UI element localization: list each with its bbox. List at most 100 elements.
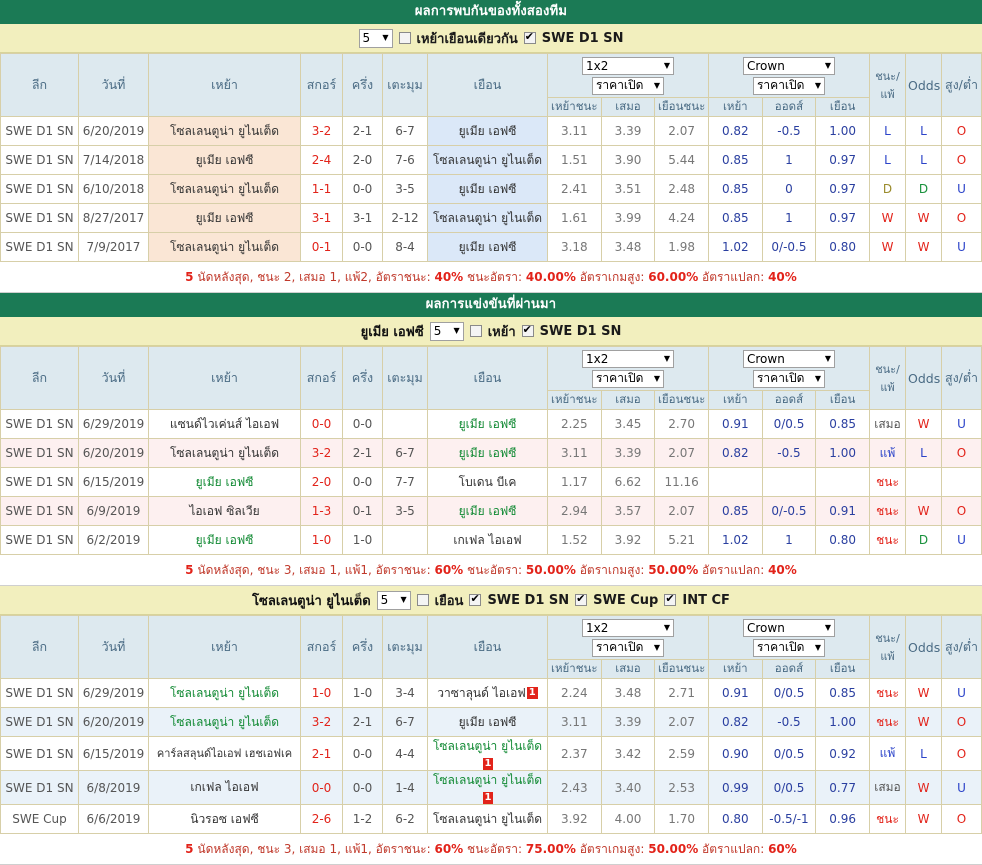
cell-away-team[interactable]: ยูเมีย เอฟซี <box>427 438 548 468</box>
cell-home-team[interactable]: ยูเมีย เอฟซี <box>148 145 301 175</box>
summary-text-c: อัตราเกมสูง: <box>579 563 645 577</box>
cell-home-team[interactable]: นิวรอซ เอฟซี <box>148 804 301 834</box>
checkbox-h2h-1[interactable] <box>523 30 536 44</box>
cell-odds-home-win: 2.94 <box>547 496 602 526</box>
cell-odds-away-win: 1.98 <box>654 232 709 262</box>
cell-odds-away-win: 5.44 <box>654 145 709 175</box>
cell-home-team[interactable]: ยูเมีย เอฟซี <box>148 203 301 233</box>
cell-away-team[interactable]: ยูเมีย เอฟซี <box>427 409 548 439</box>
table-row[interactable]: SWE D1 SN 8/27/2017 ยูเมีย เอฟซี 3-1 3-1 2-12… <box>0 203 982 233</box>
select-odds-type-h2h[interactable]: 1x2 ▼ <box>581 56 674 75</box>
cell-away-team[interactable]: โซลเลนตูน่า ยูไนเต็ด <box>427 203 548 233</box>
checkbox-home-form-0[interactable] <box>416 594 429 606</box>
select-odds-phase-away-form[interactable]: ราคาเปิด ▼ <box>591 369 664 388</box>
cell-away-team[interactable]: โซลเลนตูน่า ยูไนเต็ด1 <box>427 736 548 771</box>
table-row[interactable]: SWE Cup 6/6/2019 นิวรอซ เอฟซี 2-6 1-2 6-2 โซลเ… <box>0 804 982 834</box>
select-ah-company-h2h[interactable]: Crown ▼ <box>742 56 835 75</box>
cell-away-team[interactable]: โซลเลนตูน่า ยูไนเต็ด <box>427 145 548 175</box>
select-odds-type-home-form[interactable]: 1x2 ▼ <box>581 618 674 637</box>
cell-home-team[interactable]: โซลเลนตูน่า ยูไนเต็ด <box>148 116 301 146</box>
select-ah-company-home-form[interactable]: Crown ▼ <box>742 618 835 637</box>
cell-league: SWE D1 SN <box>0 678 79 708</box>
cell-home-team[interactable]: ไอเอฟ ซิลเวีย <box>148 496 301 526</box>
col-odds: Odds <box>905 346 942 410</box>
cell-ah-away: 1.00 <box>815 438 870 468</box>
col-score: สกอร์ <box>300 53 343 117</box>
cell-away-team[interactable]: ยูเมีย เอฟซี <box>427 232 548 262</box>
cell-halftime: 1-0 <box>342 525 383 555</box>
table-row[interactable]: SWE D1 SN 6/15/2019 คาร์ลสลุนด์ไอเอฟ เฮชเอ… <box>0 736 982 771</box>
select-match-count-away-form[interactable]: 5 ▼ <box>429 321 464 341</box>
table-row[interactable]: SWE D1 SN 6/20/2019 โซลเลนตูน่า ยูไนเต็ด 3-… <box>0 438 982 468</box>
cell-away-team[interactable]: ยูเมีย เอฟซี <box>427 174 548 204</box>
cell-odds-result: W <box>905 409 942 439</box>
table-row[interactable]: SWE D1 SN 6/29/2019 โซลเลนตูน่า ยูไนเต็ด 1-… <box>0 678 982 708</box>
checkbox-away-form-0[interactable] <box>469 325 482 337</box>
checkbox-away-form-1[interactable] <box>521 323 534 337</box>
select-odds-type-away-form[interactable]: 1x2 ▼ <box>581 349 674 368</box>
cell-odds-result: D <box>905 525 942 555</box>
table-row[interactable]: SWE D1 SN 7/9/2017 โซลเลนตูน่า ยูไนเต็ด 0-1… <box>0 232 982 262</box>
select-ah-company-away-form[interactable]: Crown ▼ <box>742 349 835 368</box>
table-row[interactable]: SWE D1 SN 6/10/2018 โซลเลนตูน่า ยูไนเต็ด 1-… <box>0 174 982 204</box>
checkbox-home-form-3[interactable] <box>664 592 677 606</box>
col-ah-away: เยือน <box>815 390 870 410</box>
col-group-1x2: 1x2 ▼ ราคาเปิด ▼ <box>547 346 709 391</box>
select-match-count-h2h[interactable]: 5 ▼ <box>358 28 393 48</box>
cell-away-team[interactable]: โซลเลนตูน่า ยูไนเต็ด1 <box>427 770 548 805</box>
select-ah-phase-h2h[interactable]: ราคาเปิด ▼ <box>752 76 825 95</box>
cell-odds-draw: 3.48 <box>600 232 656 262</box>
cell-odds-result <box>905 467 942 497</box>
checkbox-h2h-0[interactable] <box>398 32 411 44</box>
col-group-ah: Crown ▼ ราคาเปิด ▼ <box>707 615 871 660</box>
cell-date: 6/8/2019 <box>78 770 149 805</box>
table-row[interactable]: SWE D1 SN 6/15/2019 ยูเมีย เอฟซี 2-0 0-0 7-7 โ… <box>0 467 982 497</box>
col-group-1x2: 1x2 ▼ ราคาเปิด ▼ <box>547 615 709 660</box>
table-row[interactable]: SWE D1 SN 7/14/2018 ยูเมีย เอฟซี 2-4 2-0 7-6 โ… <box>0 145 982 175</box>
table-row[interactable]: SWE D1 SN 6/29/2019 แซนด์ไวเค่นส์ ไอเอฟ 0-0… <box>0 409 982 439</box>
select-match-count-home-form[interactable]: 5 ▼ <box>376 590 411 610</box>
cell-home-team[interactable]: โซลเลนตูน่า ยูไนเต็ด <box>148 707 301 737</box>
cell-away-team[interactable]: ยูเมีย เอฟซี <box>427 707 548 737</box>
cell-odds-draw: 3.39 <box>600 438 656 468</box>
checkbox-home-form-1[interactable] <box>469 592 482 606</box>
cell-away-team[interactable]: วาซาลุนด์ ไอเอฟ 1 <box>427 678 548 708</box>
table-row[interactable]: SWE D1 SN 6/8/2019 เกเฟล ไอเอฟ 0-0 0-0 1-4 โซล… <box>0 770 982 805</box>
select-match-count-away-form-value: 5 <box>433 324 442 338</box>
cell-home-team[interactable]: โซลเลนตูน่า ยูไนเต็ด <box>148 232 301 262</box>
col-home: เหย้า <box>148 346 301 410</box>
select-odds-phase-h2h[interactable]: ราคาเปิด ▼ <box>591 76 664 95</box>
cell-home-team[interactable]: แซนด์ไวเค่นส์ ไอเอฟ <box>148 409 301 439</box>
cell-home-team[interactable]: คาร์ลสลุนด์ไอเอฟ เฮชเอฟเค <box>148 736 301 771</box>
select-ah-phase-away-form[interactable]: ราคาเปิด ▼ <box>752 369 825 388</box>
cell-halftime: 0-0 <box>342 770 383 805</box>
cell-home-team[interactable]: โซลเลนตูน่า ยูไนเต็ด <box>148 678 301 708</box>
checkbox-home-form-2[interactable] <box>575 592 588 606</box>
cell-halftime: 0-0 <box>342 174 383 204</box>
cell-overunder-result: U <box>941 678 982 708</box>
cell-away-team[interactable]: โบเดน บีเค <box>427 467 548 497</box>
cell-score: 0-0 <box>300 409 343 439</box>
cell-home-team[interactable]: ยูเมีย เอฟซี <box>148 467 301 497</box>
table-row[interactable]: SWE D1 SN 6/2/2019 ยูเมีย เอฟซี 1-0 1-0 เกเฟล… <box>0 525 982 555</box>
table-row[interactable]: SWE D1 SN 6/9/2019 ไอเอฟ ซิลเวีย 1-3 0-1 3-5 ย… <box>0 496 982 526</box>
cell-ah-line: 0/0.5 <box>761 736 817 771</box>
cell-home-team[interactable]: โซลเลนตูน่า ยูไนเต็ด <box>148 438 301 468</box>
cell-result: ชนะ <box>869 678 906 708</box>
cell-away-team[interactable]: ยูเมีย เอฟซี <box>427 116 548 146</box>
cell-score: 3-1 <box>300 203 343 233</box>
cell-away-team[interactable]: ยูเมีย เอฟซี <box>427 496 548 526</box>
cell-away-team[interactable]: เกเฟล ไอเอฟ <box>427 525 548 555</box>
cell-odds-result: W <box>905 804 942 834</box>
select-odds-phase-home-form[interactable]: ราคาเปิด ▼ <box>591 638 664 657</box>
select-ah-phase-home-form[interactable]: ราคาเปิด ▼ <box>752 638 825 657</box>
table-row[interactable]: SWE D1 SN 6/20/2019 โซลเลนตูน่า ยูไนเต็ด 3-… <box>0 116 982 146</box>
checkbox-label-h2h-1: SWE D1 SN <box>541 30 624 46</box>
cell-home-team[interactable]: เกเฟล ไอเอฟ <box>148 770 301 805</box>
chevron-down-icon: ▼ <box>824 622 831 632</box>
cell-home-team[interactable]: ยูเมีย เอฟซี <box>148 525 301 555</box>
section-banner-h2h: ผลการพบกันของทั้งสองทีม <box>0 0 982 24</box>
cell-away-team[interactable]: โซลเลนตูน่า ยูไนเต็ด <box>427 804 548 834</box>
table-row[interactable]: SWE D1 SN 6/20/2019 โซลเลนตูน่า ยูไนเต็ด 3-… <box>0 707 982 737</box>
cell-home-team[interactable]: โซลเลนตูน่า ยูไนเต็ด <box>148 174 301 204</box>
